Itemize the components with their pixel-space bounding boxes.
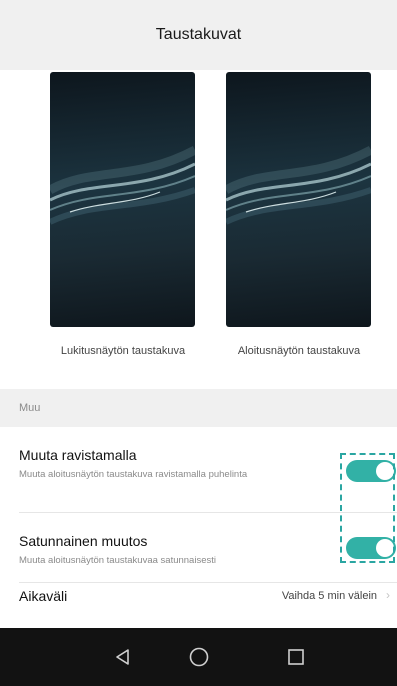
- toggle-highlight-box: [340, 453, 395, 563]
- wallpaper-previews: Lukitusnäytön taustakuva Aloitusnäytön t…: [0, 70, 397, 387]
- recents-square-icon[interactable]: [286, 647, 306, 667]
- random-change-title: Satunnainen muutos: [19, 533, 148, 549]
- navigation-bar: [0, 628, 397, 686]
- title-bar: Taustakuvat: [0, 0, 397, 71]
- interval-row[interactable]: Aikaväli Vaihda 5 min välein ›: [0, 583, 397, 628]
- home-screen-wallpaper-label: Aloitusnäytön taustakuva: [237, 345, 361, 357]
- back-triangle-icon[interactable]: [113, 647, 133, 667]
- home-screen-wallpaper-thumbnail[interactable]: [226, 72, 371, 327]
- random-change-row[interactable]: Satunnainen muutos Muuta aloitusnäytön t…: [0, 513, 397, 583]
- random-change-subtitle: Muuta aloitusnäytön taustakuvaa satunnai…: [19, 555, 216, 566]
- shake-to-change-row[interactable]: Muuta ravistamalla Muuta aloitusnäytön t…: [0, 427, 397, 513]
- chevron-right-icon: ›: [386, 588, 390, 602]
- lock-screen-wallpaper-label: Lukitusnäytön taustakuva: [60, 345, 186, 357]
- shake-to-change-subtitle: Muuta aloitusnäytön taustakuva ravistama…: [19, 469, 248, 480]
- section-header-other: Muu: [0, 389, 397, 427]
- page-title: Taustakuvat: [155, 26, 242, 43]
- shake-to-change-title: Muuta ravistamalla: [19, 447, 137, 463]
- interval-title: Aikaväli: [19, 588, 68, 604]
- lock-screen-wallpaper-thumbnail[interactable]: [50, 72, 195, 327]
- section-header-label: Muu: [19, 402, 41, 414]
- home-circle-icon[interactable]: [188, 646, 210, 668]
- interval-value: Vaihda 5 min välein: [281, 590, 377, 602]
